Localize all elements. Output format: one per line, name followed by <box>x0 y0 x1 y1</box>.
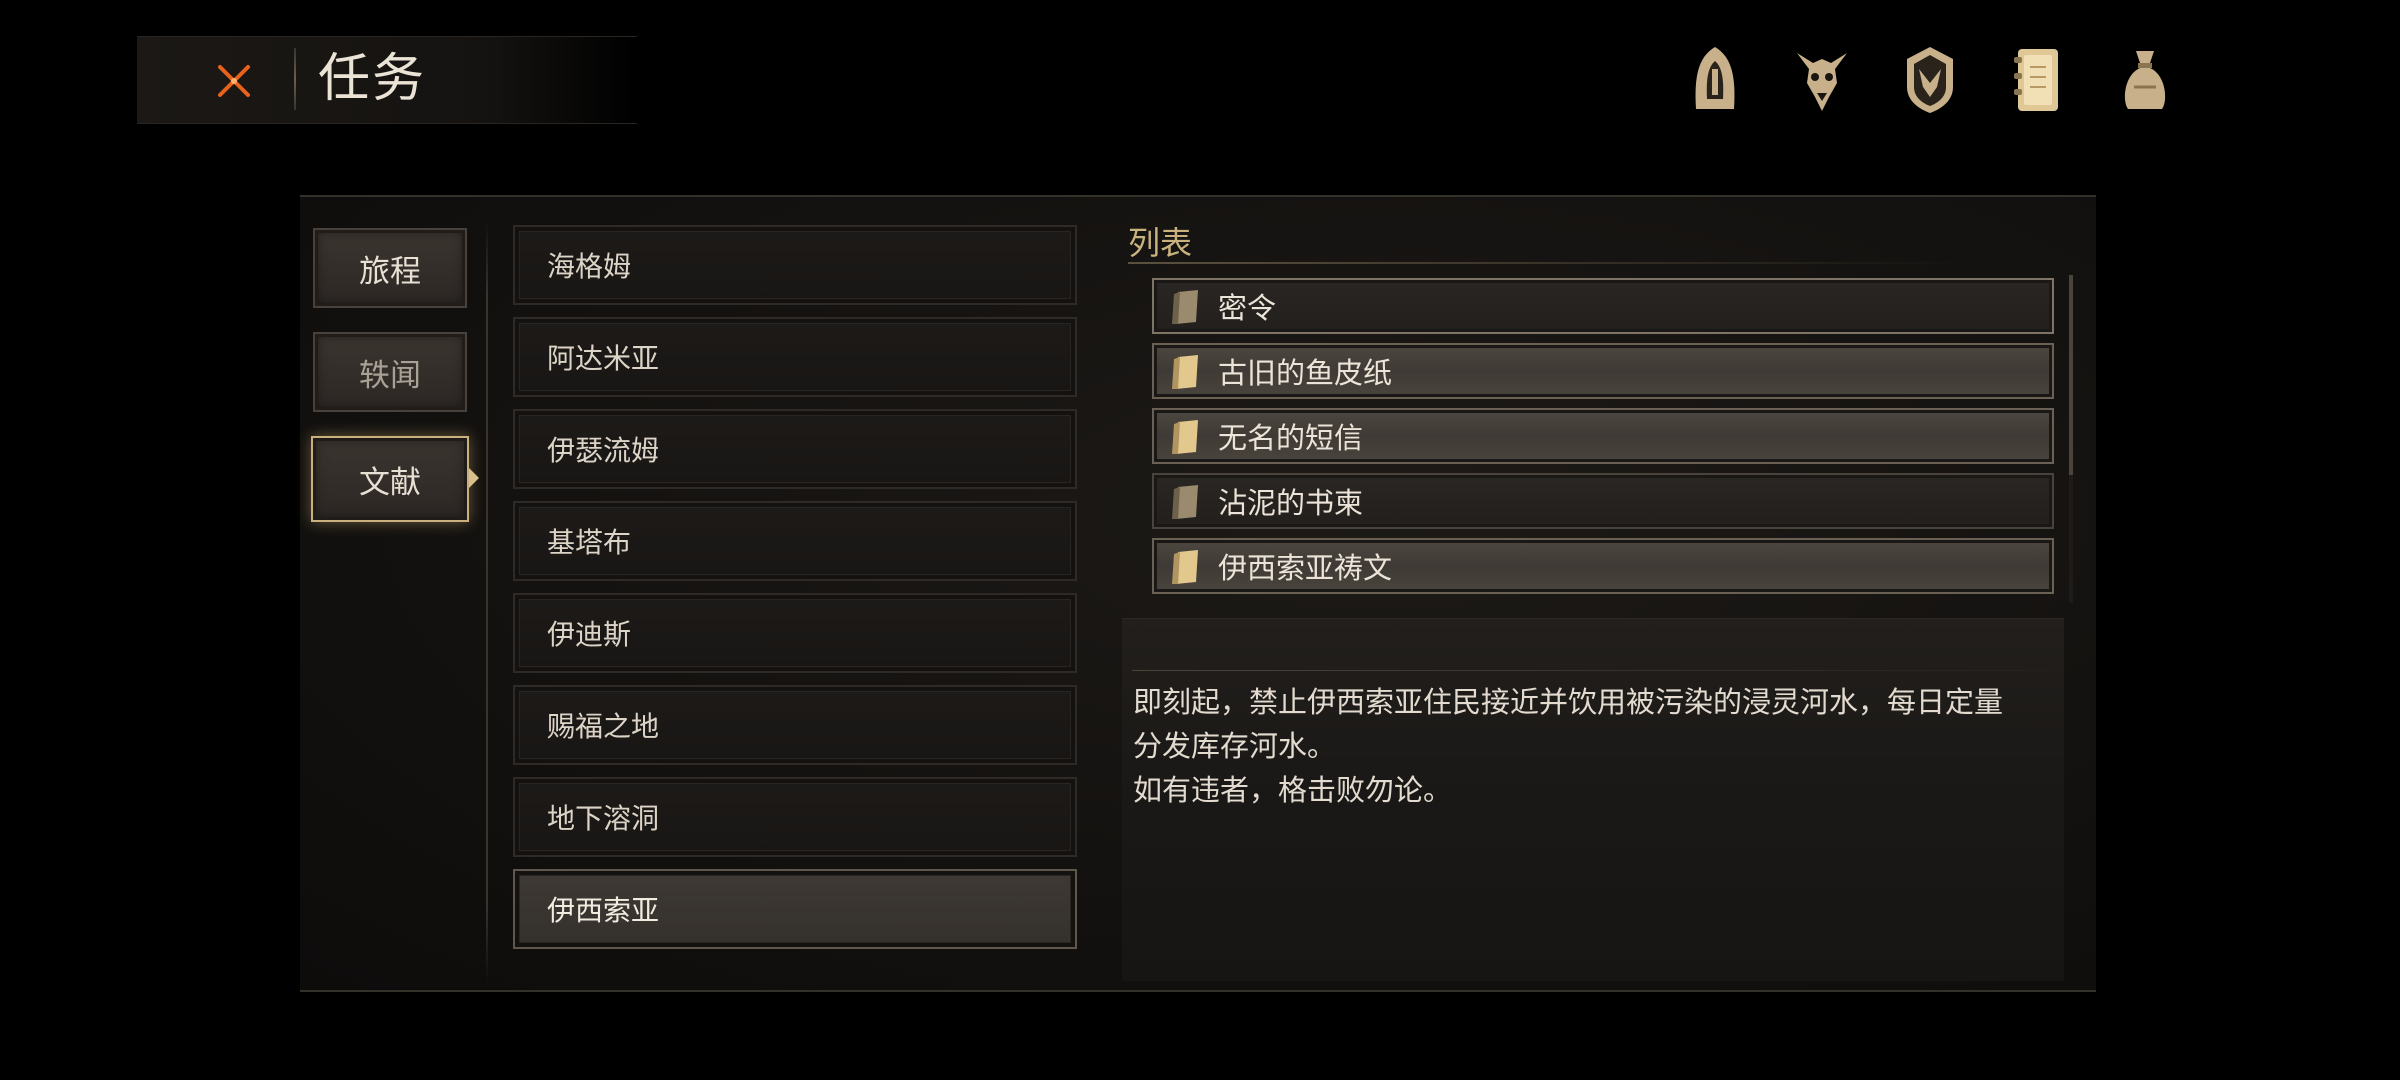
document-item[interactable]: 沾泥的书柬 <box>1152 473 2054 529</box>
shield-emblem-icon <box>1907 47 1953 113</box>
document-item[interactable]: 密令 <box>1152 278 2054 334</box>
active-tab-pointer <box>469 468 479 488</box>
detail-divider <box>1132 670 2052 671</box>
document-detail-text: 即刻起，禁止伊西索亚住民接近并饮用被污染的浸灵河水，每日定量 分发库存河水。 如… <box>1133 685 2004 807</box>
tab-anecdote[interactable]: 轶闻 <box>313 332 467 412</box>
journal-book-icon-button[interactable] <box>2002 40 2072 120</box>
column-divider <box>486 220 488 982</box>
pouch-bag-icon-button[interactable] <box>2110 40 2180 120</box>
document-label: 古旧的鱼皮纸 <box>1218 356 1393 390</box>
hooded-knight-icon-button[interactable] <box>1680 40 1750 120</box>
pouch-bag-icon <box>2124 51 2166 109</box>
scroll-icon <box>1172 420 1198 454</box>
list-scroll-thumb[interactable] <box>2069 275 2073 475</box>
close-button[interactable] <box>207 54 261 108</box>
document-label: 伊西索亚祷文 <box>1218 551 1393 585</box>
region-item-selected[interactable]: 伊西索亚 <box>513 869 1077 949</box>
header-separator <box>294 48 296 110</box>
document-item[interactable]: 古旧的鱼皮纸 <box>1152 343 2054 399</box>
document-label: 密令 <box>1218 291 1277 325</box>
region-item[interactable]: 伊瑟流姆 <box>513 409 1077 489</box>
document-item[interactable]: 无名的短信 <box>1152 408 2054 464</box>
document-label: 无名的短信 <box>1218 421 1364 455</box>
region-item[interactable]: 赐福之地 <box>513 685 1077 765</box>
shield-emblem-icon-button[interactable] <box>1895 40 1965 120</box>
document-label: 沾泥的书柬 <box>1218 486 1364 520</box>
region-item[interactable]: 阿达米亚 <box>513 317 1077 397</box>
tab-journey[interactable]: 旅程 <box>313 228 467 308</box>
region-item[interactable]: 海格姆 <box>513 225 1077 305</box>
beast-skull-icon-button[interactable] <box>1787 40 1857 120</box>
list-title-underline <box>1128 262 1958 264</box>
region-item[interactable]: 地下溶洞 <box>513 777 1077 857</box>
hooded-knight-icon <box>1695 47 1735 109</box>
journal-book-icon <box>2014 49 2058 111</box>
beast-skull-icon <box>1797 53 1847 111</box>
document-item[interactable]: 伊西索亚祷文 <box>1152 538 2054 594</box>
scroll-icon <box>1172 355 1198 389</box>
scroll-icon <box>1172 550 1198 584</box>
tab-documents[interactable]: 文献 <box>311 436 469 522</box>
region-item[interactable]: 基塔布 <box>513 501 1077 581</box>
region-item[interactable]: 伊迪斯 <box>513 593 1077 673</box>
close-x-icon <box>218 65 250 97</box>
scroll-icon <box>1172 485 1198 519</box>
scroll-icon <box>1172 290 1198 324</box>
list-title: 列表 <box>1128 224 1193 262</box>
page-title: 任务 <box>318 49 427 109</box>
